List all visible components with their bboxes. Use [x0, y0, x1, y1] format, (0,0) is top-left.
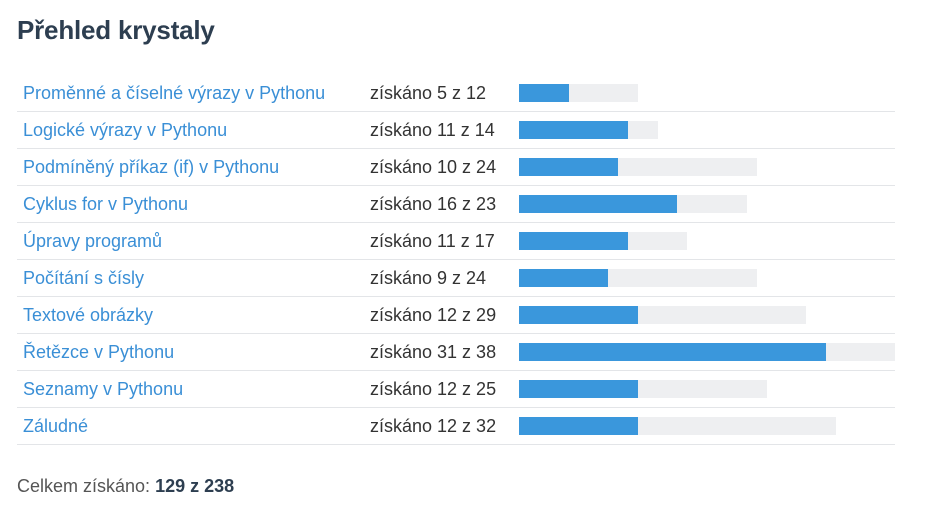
- earned-text: získáno 11 z 14: [364, 111, 519, 149]
- progress-track: [519, 269, 757, 287]
- progress-track: [519, 417, 836, 435]
- topic-cell: Řetězce v Pythonu: [17, 333, 364, 371]
- table-row: Proměnné a číselné výrazy v Pythonu získá…: [17, 75, 895, 112]
- topic-cell: Textové obrázky: [17, 296, 364, 334]
- topic-cell: Logické výrazy v Pythonu: [17, 111, 364, 149]
- page-title: Přehled krystaly: [17, 15, 215, 45]
- table-row: Cyklus for v Pythonu získáno 16 z 23: [17, 185, 895, 223]
- progress-track: [519, 84, 638, 102]
- crystal-rows: Proměnné a číselné výrazy v Pythonu získá…: [17, 75, 895, 445]
- table-row: Úpravy programů získáno 11 z 17: [17, 222, 895, 260]
- progress-fill: [519, 121, 628, 139]
- progress-fill: [519, 195, 677, 213]
- progress-track: [519, 121, 658, 139]
- topic-link[interactable]: Počítání s čísly: [23, 268, 144, 288]
- earned-text: získáno 16 z 23: [364, 185, 519, 223]
- topic-cell: Počítání s čísly: [17, 259, 364, 297]
- topic-link[interactable]: Seznamy v Pythonu: [23, 379, 183, 399]
- summary-label: Celkem získáno:: [17, 476, 151, 496]
- topic-link[interactable]: Textové obrázky: [23, 305, 153, 325]
- topic-link[interactable]: Logické výrazy v Pythonu: [23, 120, 227, 140]
- summary-value: 129 z 238: [155, 476, 235, 496]
- progress-cell: [519, 333, 895, 371]
- progress-fill: [519, 380, 638, 398]
- topic-cell: Záludné: [17, 407, 364, 445]
- table-row: Seznamy v Pythonu získáno 12 z 25: [17, 370, 895, 408]
- progress-cell: [519, 75, 895, 112]
- table-row: Počítání s čísly získáno 9 z 24: [17, 259, 895, 297]
- earned-text: získáno 5 z 12: [364, 75, 519, 112]
- earned-text: získáno 9 z 24: [364, 259, 519, 297]
- topic-link[interactable]: Záludné: [23, 416, 88, 436]
- topic-cell: Seznamy v Pythonu: [17, 370, 364, 408]
- progress-track: [519, 158, 757, 176]
- earned-text: získáno 12 z 32: [364, 407, 519, 445]
- crystal-table: Proměnné a číselné výrazy v Pythonu získá…: [17, 75, 895, 445]
- progress-cell: [519, 370, 895, 408]
- progress-track: [519, 306, 806, 324]
- table-row: Řetězce v Pythonu získáno 31 z 38: [17, 333, 895, 371]
- table-row: Textové obrázky získáno 12 z 29: [17, 296, 895, 334]
- progress-fill: [519, 417, 638, 435]
- progress-cell: [519, 111, 895, 149]
- progress-cell: [519, 407, 895, 445]
- progress-cell: [519, 259, 895, 297]
- progress-track: [519, 195, 747, 213]
- progress-track: [519, 380, 767, 398]
- topic-cell: Cyklus for v Pythonu: [17, 185, 364, 223]
- progress-cell: [519, 148, 895, 186]
- table-row: Logické výrazy v Pythonu získáno 11 z 14: [17, 111, 895, 149]
- progress-cell: [519, 185, 895, 223]
- progress-fill: [519, 306, 638, 324]
- progress-fill: [519, 84, 569, 102]
- earned-text: získáno 12 z 29: [364, 296, 519, 334]
- topic-link[interactable]: Proměnné a číselné výrazy v Pythonu: [23, 83, 325, 103]
- earned-text: získáno 12 z 25: [364, 370, 519, 408]
- topic-link[interactable]: Úpravy programů: [23, 231, 162, 251]
- progress-fill: [519, 343, 826, 361]
- topic-link[interactable]: Podmíněný příkaz (if) v Pythonu: [23, 157, 279, 177]
- table-row: Záludné získáno 12 z 32: [17, 407, 895, 445]
- summary: Celkem získáno: 129 z 238: [17, 476, 234, 497]
- topic-cell: Úpravy programů: [17, 222, 364, 260]
- topic-cell: Proměnné a číselné výrazy v Pythonu: [17, 75, 364, 112]
- progress-cell: [519, 222, 895, 260]
- earned-text: získáno 31 z 38: [364, 333, 519, 371]
- progress-fill: [519, 158, 618, 176]
- topic-link[interactable]: Řetězce v Pythonu: [23, 342, 174, 362]
- progress-track: [519, 232, 687, 250]
- topic-link[interactable]: Cyklus for v Pythonu: [23, 194, 188, 214]
- earned-text: získáno 10 z 24: [364, 148, 519, 186]
- progress-fill: [519, 269, 608, 287]
- topic-cell: Podmíněný příkaz (if) v Pythonu: [17, 148, 364, 186]
- earned-text: získáno 11 z 17: [364, 222, 519, 260]
- progress-fill: [519, 232, 628, 250]
- progress-cell: [519, 296, 895, 334]
- progress-track: [519, 343, 895, 361]
- table-row: Podmíněný příkaz (if) v Pythonu získáno 1…: [17, 148, 895, 186]
